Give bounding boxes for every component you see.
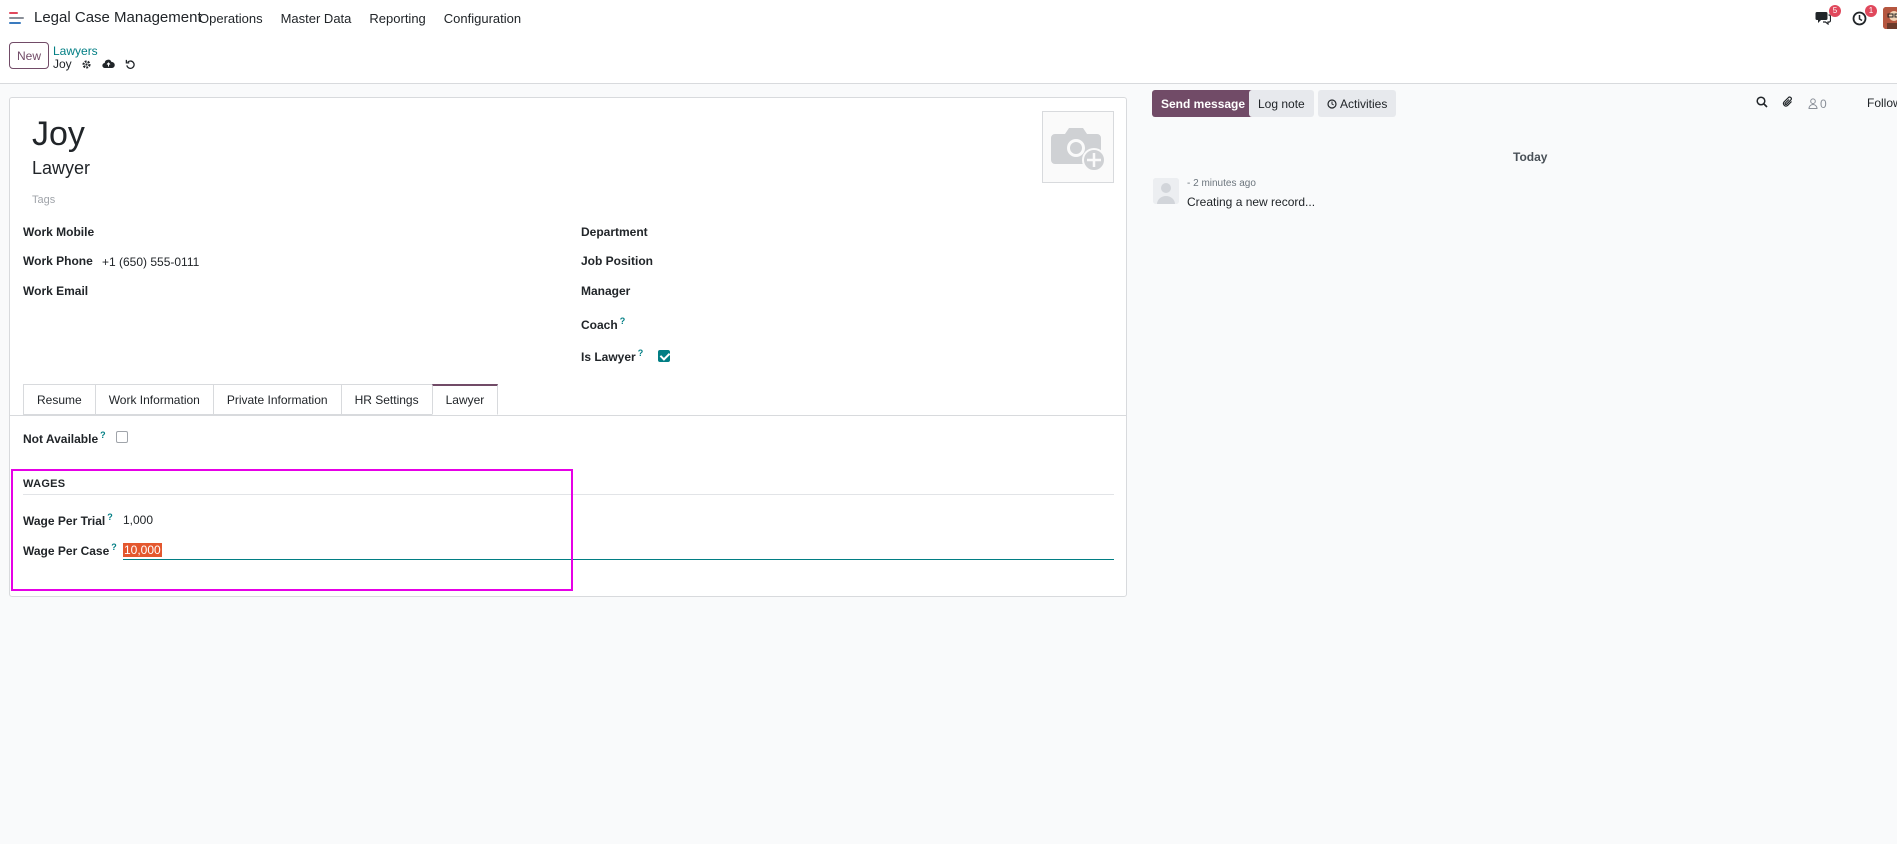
not-available-checkbox[interactable] bbox=[116, 431, 128, 443]
activities-button-label: Activities bbox=[1340, 96, 1388, 111]
notebook-tabs: Resume Work Information Private Informat… bbox=[23, 384, 499, 415]
menu-reporting[interactable]: Reporting bbox=[369, 11, 425, 26]
followers-button[interactable]: 0 bbox=[1808, 97, 1827, 111]
app-name[interactable]: Legal Case Management bbox=[34, 9, 202, 26]
job-position-label: Job Position bbox=[581, 254, 653, 268]
discard-undo-icon[interactable] bbox=[124, 57, 138, 71]
breadcrumb-lawyers[interactable]: Lawyers bbox=[53, 44, 98, 58]
clock-icon bbox=[1327, 98, 1337, 109]
department-label: Department bbox=[581, 225, 648, 239]
coach-help-icon[interactable]: ? bbox=[620, 316, 626, 326]
is-lawyer-label-text: Is Lawyer bbox=[581, 350, 636, 364]
work-mobile-label: Work Mobile bbox=[23, 225, 95, 239]
work-phone-field[interactable]: +1 (650) 555-0111 bbox=[102, 255, 199, 269]
save-cloud-icon[interactable] bbox=[102, 57, 116, 71]
paperclip-icon[interactable] bbox=[1782, 96, 1794, 111]
menu-master-data[interactable]: Master Data bbox=[281, 11, 352, 26]
menu-configuration[interactable]: Configuration bbox=[444, 11, 521, 26]
follow-button[interactable]: Follow bbox=[1867, 96, 1897, 110]
app-menu-icon[interactable] bbox=[9, 12, 25, 24]
tab-work-information[interactable]: Work Information bbox=[94, 384, 213, 415]
activities-clock-icon[interactable]: 1 bbox=[1847, 5, 1877, 30]
message-author-avatar bbox=[1153, 178, 1179, 204]
breadcrumb-current-label: Joy bbox=[53, 57, 72, 71]
highlight-box bbox=[11, 469, 573, 591]
job-title-field[interactable]: Lawyer bbox=[32, 158, 90, 179]
coach-label: Coach? bbox=[581, 316, 625, 332]
is-lawyer-label: Is Lawyer? bbox=[581, 348, 643, 364]
user-avatar[interactable] bbox=[1883, 7, 1897, 29]
new-button[interactable]: New bbox=[9, 42, 49, 69]
photo-upload[interactable] bbox=[1042, 111, 1114, 183]
search-icon[interactable] bbox=[1756, 96, 1768, 111]
log-note-button[interactable]: Log note bbox=[1249, 90, 1314, 117]
tags-field[interactable]: Tags bbox=[32, 194, 55, 206]
not-available-label: Not Available? bbox=[23, 430, 106, 446]
gear-icon[interactable] bbox=[80, 57, 94, 71]
message-body: Creating a new record... bbox=[1187, 195, 1316, 209]
tabs-divider bbox=[10, 415, 1126, 416]
tab-lawyer[interactable]: Lawyer bbox=[431, 384, 499, 415]
chatter-panel: Send message Log note Activities 0 Follo… bbox=[1143, 84, 1897, 844]
manager-label: Manager bbox=[581, 284, 631, 298]
top-navbar: Legal Case Management Operations Master … bbox=[0, 0, 1897, 36]
control-panel: New Lawyers Joy bbox=[0, 36, 1897, 84]
messages-icon[interactable]: 5 bbox=[1811, 5, 1841, 30]
chatter-topbar-right: 0 bbox=[1756, 96, 1827, 111]
coach-label-text: Coach bbox=[581, 318, 618, 332]
user-icon bbox=[1808, 98, 1818, 109]
tab-resume[interactable]: Resume bbox=[23, 384, 95, 415]
breadcrumb-current: Joy bbox=[53, 57, 138, 71]
navbar-systray: 5 1 bbox=[1811, 5, 1897, 30]
main-menu: Operations Master Data Reporting Configu… bbox=[199, 11, 539, 26]
is-lawyer-help-icon[interactable]: ? bbox=[638, 348, 644, 358]
tab-hr-settings[interactable]: HR Settings bbox=[340, 384, 432, 415]
messages-badge: 5 bbox=[1829, 5, 1841, 17]
activities-badge: 1 bbox=[1865, 5, 1877, 17]
message-timestamp: - 2 minutes ago bbox=[1187, 178, 1256, 189]
date-separator: Today bbox=[1513, 150, 1548, 164]
not-available-help-icon[interactable]: ? bbox=[100, 430, 106, 440]
camera-plus-icon bbox=[1051, 128, 1106, 172]
followers-count: 0 bbox=[1820, 96, 1827, 111]
employee-name-field[interactable]: Joy bbox=[32, 115, 85, 154]
work-phone-label: Work Phone bbox=[23, 254, 93, 268]
send-message-button[interactable]: Send message bbox=[1152, 90, 1255, 117]
menu-operations[interactable]: Operations bbox=[199, 11, 263, 26]
is-lawyer-checkbox[interactable] bbox=[658, 350, 670, 362]
work-email-label: Work Email bbox=[23, 284, 89, 298]
not-available-label-text: Not Available bbox=[23, 432, 99, 446]
tab-private-information[interactable]: Private Information bbox=[212, 384, 341, 415]
activities-button[interactable]: Activities bbox=[1318, 90, 1397, 117]
